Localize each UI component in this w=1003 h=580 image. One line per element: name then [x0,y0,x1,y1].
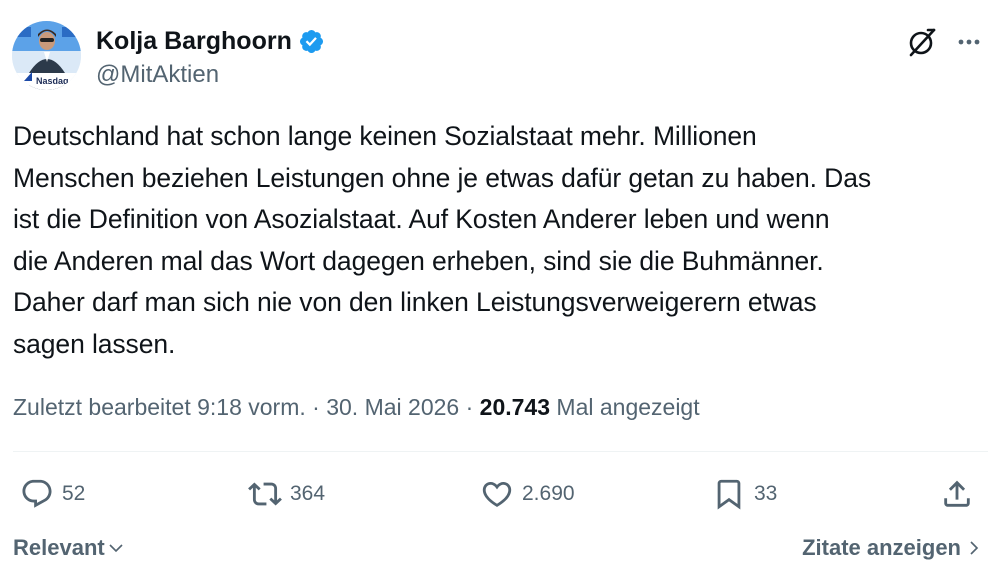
reply-count: 52 [62,482,86,505]
like-button[interactable]: 2.690 [480,474,575,514]
post-meta: Zuletzt bearbeitet 9:18 vorm. · 30. Mai … [13,390,700,424]
like-count: 2.690 [522,482,575,505]
sort-dropdown[interactable]: Relevant [13,533,125,563]
quotes-label: Zitate anzeigen [802,535,961,560]
views-label: Mal angezeigt [556,394,700,420]
share-button[interactable] [940,474,974,514]
repost-icon [248,482,282,506]
meta-separator: · [465,394,474,420]
chevron-right-icon [970,541,979,555]
display-name[interactable]: Kolja Barghoorn [96,26,292,56]
sort-label: Relevant [13,535,105,560]
heart-icon [482,481,512,507]
post-text: Deutschland hat schon lange keinen Sozia… [13,121,872,359]
share-icon [944,480,970,507]
divider [13,451,988,452]
view-quotes-link[interactable]: Zitate anzeigen [802,533,983,563]
avatar-image: Nasdaq [12,21,81,90]
reply-icon [22,479,52,508]
repost-count: 364 [290,482,326,505]
verified-badge-icon[interactable] [298,28,325,55]
edited-label[interactable]: Zuletzt bearbeitet [13,394,191,420]
repost-button[interactable]: 364 [248,474,325,514]
bookmark-button[interactable]: 33 [712,474,777,514]
avatar-caption: Nasdaq [36,76,69,86]
views-count: 20.743 [479,394,551,420]
more-icon[interactable] [952,24,988,60]
author-name-row[interactable]: Kolja Barghoorn [96,26,325,56]
bookmark-count: 33 [754,482,778,505]
author-handle[interactable]: @MitAktien [96,60,219,90]
meta-separator: · [312,394,320,420]
reply-button[interactable]: 52 [20,474,85,514]
post-date[interactable]: 30. Mai 2026 [326,394,459,420]
post: Nasdaq Kolja Barghoorn @MitAktien Deutsc… [0,0,1003,580]
avatar[interactable]: Nasdaq [12,21,81,90]
grok-icon[interactable] [904,24,940,60]
post-time[interactable]: 9:18 vorm. [197,394,306,420]
bookmark-icon [717,479,741,510]
chevron-down-icon [109,544,123,553]
